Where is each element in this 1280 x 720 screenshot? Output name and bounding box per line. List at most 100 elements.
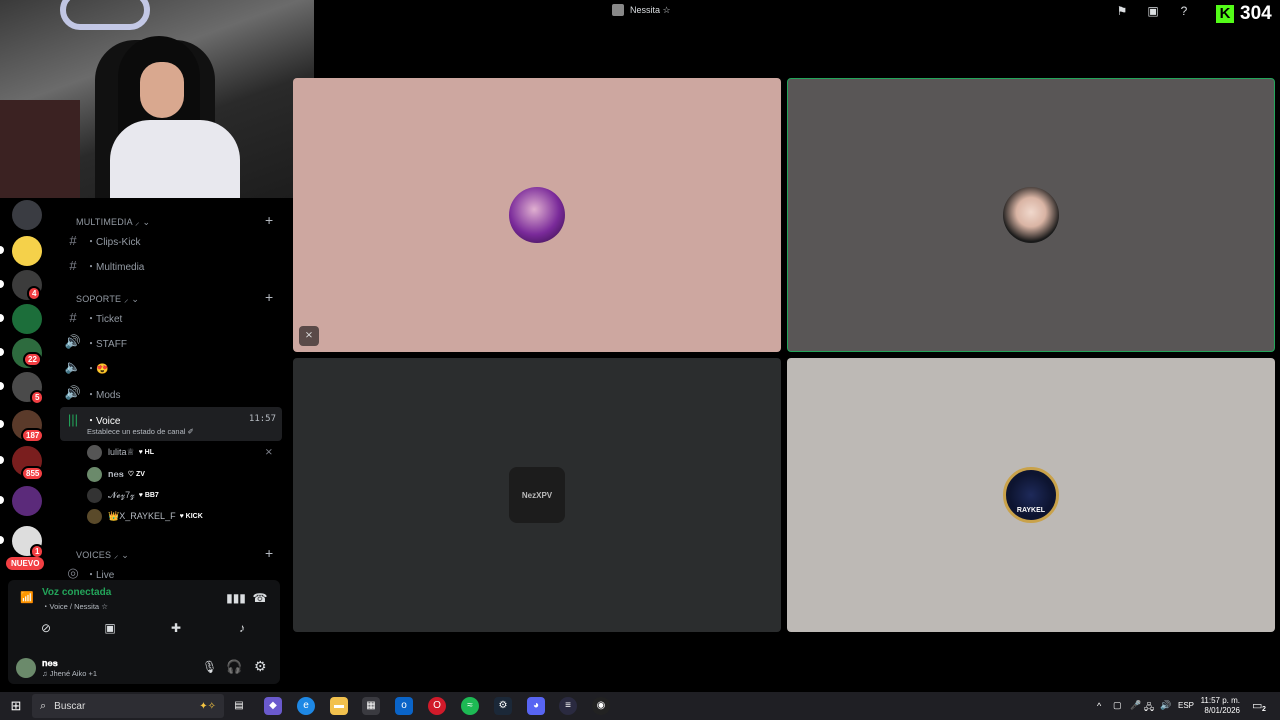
app-icon[interactable]: ≡ — [559, 697, 577, 715]
camera-off-button[interactable]: ⊘ — [34, 618, 58, 638]
set-channel-status[interactable]: Establece un estado de canal ✐ — [87, 427, 194, 436]
help-icon[interactable]: ? — [1176, 3, 1192, 19]
new-server-label: NUEVO — [6, 557, 45, 570]
server-badge: 4 — [27, 286, 42, 301]
channel-staff[interactable]: 🔊 ・STAFF — [60, 331, 282, 353]
category-multimedia[interactable]: MULTIMEDIA ⸝ ⌄ — [76, 215, 150, 228]
add-channel-button[interactable]: + — [265, 290, 273, 304]
voice-user-name: 𝓝𝓮𝔃7𝔃 — [108, 489, 135, 500]
locked-voice-icon: 🔊 — [64, 334, 82, 349]
voice-user-name: lulita♕ — [108, 446, 135, 457]
add-channel-button[interactable]: + — [265, 546, 273, 560]
microphone-icon[interactable]: 🎙 — [202, 660, 217, 674]
channel-mods[interactable]: 🔊 ・Mods — [60, 382, 282, 404]
taskbar-clock[interactable]: 11:57 p. m. 8/01/2026 — [1200, 696, 1240, 716]
voice-user[interactable]: 𝐧𝐞𝐬 ♡ ZV — [87, 464, 277, 484]
channel-ticket[interactable]: # ・Ticket — [60, 306, 282, 328]
avatar-text: NezXPV — [521, 490, 553, 500]
participant-tile[interactable] — [293, 78, 781, 352]
input-language[interactable]: ESP — [1178, 701, 1194, 710]
user-tag: ♥ BB7 — [138, 491, 159, 499]
connection-signal-icon[interactable]: 📶 — [20, 591, 34, 604]
noise-suppression-icon[interactable]: ▮▮▮ — [224, 588, 248, 608]
unread-pip — [0, 496, 4, 504]
edge-icon[interactable]: e — [297, 697, 315, 715]
tray-chevron-icon[interactable]: ^ — [1097, 701, 1101, 711]
headphones-icon[interactable]: 🎧 — [226, 659, 242, 675]
channel-emoji[interactable]: 🔈 ・😍 — [60, 356, 282, 378]
voice-channel-icon: 🔈 — [64, 359, 82, 374]
voice-user-name: 𝐧𝐞𝐬 — [108, 468, 124, 479]
clock-time: 11:57 p. m. — [1200, 696, 1240, 705]
notifications-icon[interactable]: ▭ — [1252, 699, 1262, 712]
voice-timer: 11:57 — [248, 414, 276, 424]
avatar — [1003, 187, 1059, 243]
avatar: RAYKEL — [1003, 467, 1059, 523]
disconnect-icon[interactable]: ☎ — [248, 588, 272, 608]
kick-logo-icon: K — [1216, 5, 1234, 23]
voice-connected-label[interactable]: Voz conectada — [42, 587, 111, 598]
copilot-icon[interactable]: ◆ — [264, 697, 282, 715]
unread-pip — [0, 382, 4, 390]
call-title[interactable]: Nessita ☆ — [612, 4, 671, 16]
search-icon: ⌕ — [40, 699, 47, 712]
text-channel-icon: # — [69, 257, 77, 273]
voice-user[interactable]: lulita♕ ♥ HL ⨯ — [87, 442, 277, 462]
server-badge: 22 — [23, 352, 42, 367]
channel-multimedia[interactable]: # ・Multimedia — [60, 254, 282, 276]
settings-gear-icon[interactable]: ⚙ — [254, 658, 267, 675]
soundboard-button[interactable]: ♪ — [230, 618, 254, 638]
avatar — [87, 444, 102, 460]
network-icon[interactable]: 🖧 — [1144, 700, 1154, 716]
avatar — [612, 4, 624, 16]
server-badge: 5 — [30, 390, 45, 405]
clock-date: 8/01/2026 — [1204, 706, 1240, 715]
current-activity: ♫ Jhené Aiko +1 — [42, 669, 98, 678]
avatar[interactable] — [16, 658, 36, 678]
voice-user[interactable]: 👑X_RAYKEL_F ♥ KICK — [87, 506, 277, 526]
voice-user[interactable]: 𝓝𝓮𝔃7𝔃 ♥ BB7 — [87, 485, 277, 505]
activities-button[interactable]: ✚ — [164, 618, 188, 638]
category-voices[interactable]: VOICES ⸝ ⌄ — [76, 548, 129, 561]
flag-icon[interactable]: ⚑ — [1114, 3, 1130, 19]
participant-tile[interactable]: RAYKEL — [787, 358, 1275, 632]
channel-clips-kick[interactable]: # ・Clips-Kick — [60, 229, 282, 251]
server-icon[interactable] — [12, 486, 42, 516]
voice-channel-path[interactable]: ・Voice / Nessita ☆ — [42, 601, 108, 612]
unread-pip — [0, 348, 4, 356]
category-soporte[interactable]: SOPORTE ⸝ ⌄ — [76, 292, 139, 305]
windows-start-icon[interactable]: ⊞ — [7, 697, 25, 715]
server-icon[interactable] — [12, 304, 42, 334]
spotify-icon[interactable]: ≈ — [461, 697, 479, 715]
channel-label: ・Clips-Kick — [86, 236, 141, 248]
opera-icon[interactable]: O — [428, 697, 446, 715]
user-area: 𝐧𝐞𝐬 ♫ Jhené Aiko +1 🎙 🎧 ⚙ — [16, 656, 280, 680]
muted-icon: ⨯ — [264, 446, 273, 458]
channel-voice-active[interactable]: ||| ・Voice 11:57 Establece un estado de … — [60, 407, 282, 441]
store-icon[interactable]: ▦ — [362, 697, 380, 715]
steam-icon[interactable]: ⚙ — [494, 697, 512, 715]
unread-pip — [0, 246, 4, 254]
server-icon[interactable] — [12, 236, 42, 266]
volume-icon[interactable]: 🔊 — [1160, 700, 1171, 711]
file-explorer-icon[interactable]: ▬ — [330, 697, 348, 715]
task-view-icon[interactable]: ▤ — [230, 697, 248, 715]
channel-live[interactable]: ◎ ・Live — [60, 562, 282, 580]
screen-share-button[interactable]: ▣ — [98, 618, 122, 638]
text-channel-icon: # — [69, 232, 77, 248]
screen-icon[interactable]: ▣ — [1145, 3, 1161, 19]
server-icon[interactable] — [12, 200, 42, 230]
participant-tile-speaking[interactable] — [787, 78, 1275, 352]
participant-tile[interactable]: NezXPV — [293, 358, 781, 632]
webcam-shelf — [0, 100, 80, 198]
add-channel-button[interactable]: + — [265, 213, 273, 227]
channel-list: MULTIMEDIA ⸝ ⌄ + # ・Clips-Kick # ・Multimed… — [52, 198, 288, 580]
tray-mic-icon[interactable]: 🎤 — [1130, 700, 1141, 711]
obs-icon[interactable]: ◉ — [592, 697, 610, 715]
unread-pip — [0, 456, 4, 464]
avatar-text: RAYKEL — [1016, 507, 1046, 514]
tray-app-icon[interactable]: ▢ — [1113, 700, 1122, 711]
taskbar-search[interactable]: ⌕ Buscar ✦✧ — [32, 694, 224, 718]
outlook-icon[interactable]: o — [395, 697, 413, 715]
discord-icon[interactable]: ◕ — [527, 697, 545, 715]
